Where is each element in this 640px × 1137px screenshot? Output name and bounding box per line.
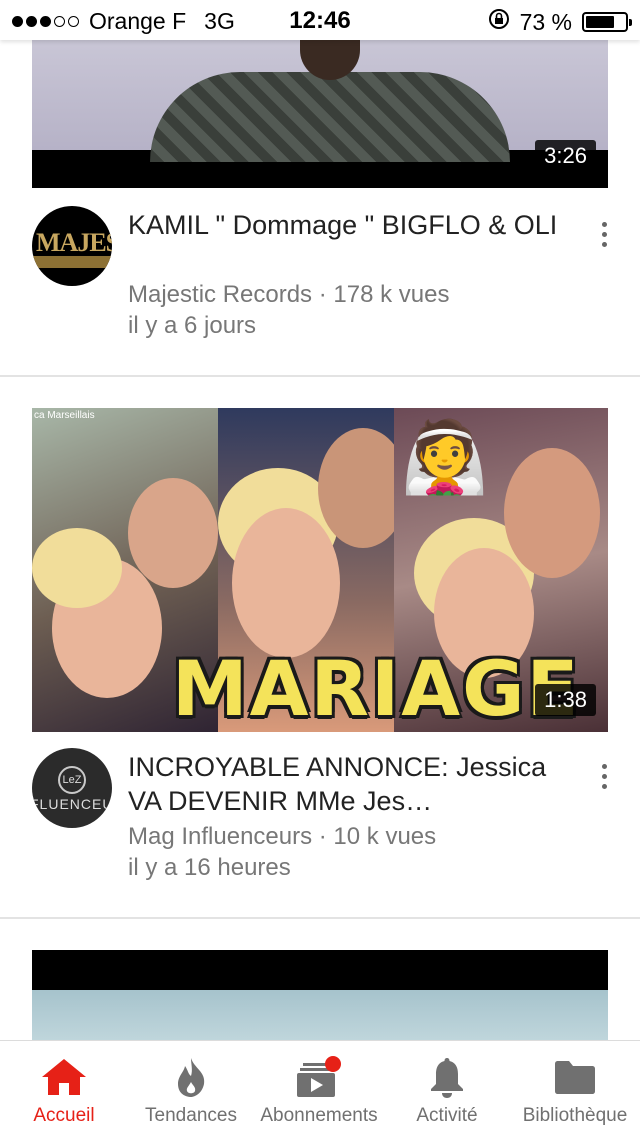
folder-icon — [516, 1055, 634, 1099]
channel-avatar[interactable]: MAJES — [32, 206, 112, 286]
tab-bibliotheque[interactable]: Bibliothèque — [516, 1055, 634, 1127]
video-channel-views: Mag Influenceurs · 10 k vues — [128, 823, 437, 850]
bride-emoji-icon: 👰 — [401, 418, 489, 496]
video-duration: 3:26 — [535, 140, 596, 172]
thumbnail-title-text: MARIAGE — [172, 644, 581, 732]
bell-icon — [404, 1055, 490, 1099]
status-bar: Orange F 3G 12:46 73 % — [0, 0, 640, 40]
tab-label: Bibliothèque — [522, 1105, 628, 1126]
thumbnail-caption: ca Marseillais — [34, 410, 95, 421]
video-channel-views: Majestic Records · 178 k vues — [128, 281, 450, 308]
rotation-lock-icon — [488, 8, 510, 36]
video-age: il y a 6 jours — [128, 312, 257, 339]
video-thumbnail[interactable]: 👰 ca Marseillais MARIAGE 1:38 — [32, 408, 608, 732]
battery-percent: 73 % — [519, 8, 572, 35]
tab-tendances[interactable]: Tendances — [138, 1055, 244, 1127]
channel-avatar[interactable]: LeZ FLUENCEU — [32, 748, 112, 828]
tab-label: Tendances — [145, 1105, 237, 1126]
subscriptions-icon — [256, 1055, 382, 1099]
tab-label: Abonnements — [260, 1105, 378, 1126]
divider — [0, 917, 640, 919]
home-icon — [20, 1055, 108, 1099]
bottom-tab-bar: Accueil Tendances Abonnements Activité B… — [0, 1040, 640, 1137]
tab-label: Accueil — [33, 1105, 95, 1126]
video-info[interactable]: MAJES KAMIL " Dommage " BIGFLO & OLI Maj… — [32, 206, 608, 346]
more-options-icon[interactable] — [600, 222, 608, 247]
video-title[interactable]: INCROYABLE ANNONCE: Jessica VA DEVENIR M… — [128, 750, 578, 818]
tab-abonnements[interactable]: Abonnements — [256, 1055, 382, 1127]
video-info[interactable]: LeZ FLUENCEU INCROYABLE ANNONCE: Jessica… — [32, 748, 608, 888]
more-options-icon[interactable] — [600, 764, 608, 789]
video-thumbnail[interactable] — [32, 950, 608, 1050]
divider — [0, 375, 640, 377]
video-title[interactable]: KAMIL " Dommage " BIGFLO & OLI — [128, 208, 578, 242]
video-thumbnail[interactable]: 3:26 — [32, 40, 608, 188]
battery-icon — [582, 12, 632, 32]
tab-label: Activité — [416, 1105, 478, 1126]
video-age: il y a 16 heures — [128, 854, 291, 881]
flame-icon — [138, 1055, 244, 1099]
tab-accueil[interactable]: Accueil — [20, 1055, 108, 1127]
video-duration: 1:38 — [535, 684, 596, 716]
tab-activite[interactable]: Activité — [404, 1055, 490, 1127]
